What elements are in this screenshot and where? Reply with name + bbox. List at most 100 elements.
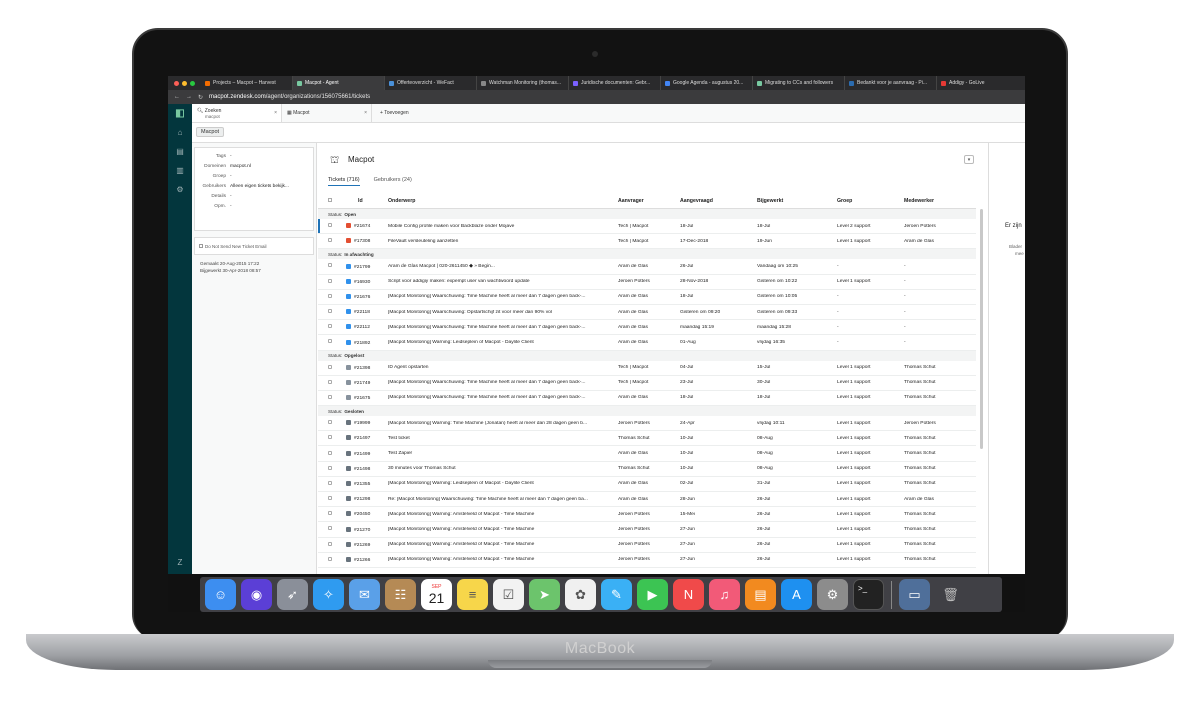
row-checkbox[interactable] — [328, 278, 332, 283]
safari-icon[interactable]: ✧ — [313, 579, 344, 610]
calendar-icon[interactable]: SEP 21 — [421, 579, 452, 610]
reporting-icon[interactable]: ▥ — [168, 161, 192, 180]
row-checkbox-cell[interactable] — [318, 526, 338, 532]
table-row[interactable]: #19999 [Macpot Monitoring] Warning: Time … — [318, 416, 976, 432]
notes-icon[interactable]: ≡ — [457, 579, 488, 610]
row-checkbox-cell[interactable] — [318, 511, 338, 517]
table-row[interactable]: #21799 Aram de Glas Macpot | 020-2611450 … — [318, 259, 976, 275]
org-field-row[interactable]: Details - — [195, 191, 313, 201]
row-checkbox[interactable] — [328, 435, 332, 440]
messages-icon[interactable]: ✎ — [601, 579, 632, 610]
row-checkbox-cell[interactable] — [318, 263, 338, 269]
table-row[interactable]: #21498 30 minutes voor Thomas Schut Thomas… — [318, 462, 976, 477]
table-row[interactable]: #20450 [Macpot Monitoring] Warning: Amste… — [318, 507, 976, 523]
zendesk-logo-icon[interactable]: ◧ — [168, 104, 192, 123]
org-field-row[interactable]: Gebruikers Alleen eigen tickets bekijk... — [195, 181, 313, 191]
scrollbar[interactable] — [980, 209, 983, 449]
back-icon[interactable]: ← — [174, 94, 180, 100]
row-checkbox[interactable] — [328, 465, 332, 470]
browser-tab[interactable]: Juridische documenten: Gebr... — [569, 76, 661, 90]
row-checkbox[interactable] — [328, 496, 332, 501]
row-checkbox-cell[interactable] — [318, 223, 338, 229]
checkbox-icon[interactable] — [199, 244, 203, 248]
org-field-row[interactable]: Opm. - — [195, 201, 313, 211]
row-checkbox-cell[interactable] — [318, 496, 338, 502]
breadcrumb[interactable]: Macpot — [196, 127, 225, 137]
row-checkbox-cell[interactable] — [318, 364, 338, 371]
row-checkbox[interactable] — [328, 324, 332, 329]
row-checkbox[interactable] — [328, 223, 332, 228]
finder-icon[interactable]: ☺ — [205, 579, 236, 610]
table-row[interactable]: #22112 [Macpot Monitoring] Waarschuwing: … — [318, 320, 976, 336]
row-checkbox-cell[interactable] — [318, 465, 338, 472]
home-icon[interactable]: ⌂ — [168, 123, 192, 142]
row-checkbox[interactable] — [328, 480, 332, 485]
close-window-button[interactable] — [174, 80, 179, 86]
table-row[interactable]: #21269 [Macpot Monitoring] Warning: Amste… — [318, 538, 976, 553]
table-row[interactable]: #21298 Re: [Macpot Monitoring] Waarschuwi… — [318, 492, 976, 508]
zoom-window-button[interactable] — [190, 80, 195, 86]
row-checkbox[interactable] — [328, 263, 332, 268]
reload-icon[interactable]: ↻ — [198, 94, 203, 101]
tab-users[interactable]: Gebruikers (24) — [374, 177, 412, 186]
row-checkbox[interactable] — [328, 339, 332, 344]
column-header-assignee[interactable]: Medewerker — [904, 198, 974, 204]
minimize-window-button[interactable] — [182, 80, 187, 86]
table-row[interactable]: #21355 [Macpot Monitoring] Warning: Leids… — [318, 477, 976, 492]
system-preferences-icon[interactable]: ⚙ — [817, 579, 848, 610]
maps-icon[interactable]: ➤ — [529, 579, 560, 610]
browser-tab[interactable]: Migrating to CCs and followers — [753, 76, 845, 90]
books-icon[interactable]: ▤ — [745, 579, 776, 610]
url-field[interactable]: macpot.zendesk.com/agent/organizations/1… — [209, 94, 370, 100]
table-row[interactable]: #21497 Test ticket Thomas Schut 10-Jul 08-Au… — [318, 431, 976, 447]
reminders-icon[interactable]: ☑ — [493, 579, 524, 610]
row-checkbox-cell[interactable] — [318, 324, 338, 330]
org-field-row[interactable]: Tags - — [195, 151, 313, 161]
do-not-send-checkbox[interactable]: Do Not Send New Ticket Email — [194, 237, 314, 255]
app-store-icon[interactable]: A — [781, 579, 812, 610]
row-checkbox-cell[interactable] — [318, 420, 338, 426]
table-row[interactable]: #21675 [Macpot Monitoring] Waarschuwing: … — [318, 391, 976, 407]
close-tab-icon[interactable]: × — [364, 110, 367, 116]
browser-tab[interactable]: Projects – Macpot – Harvest — [201, 76, 293, 90]
add-tab-button[interactable]: + Toevoegen — [372, 104, 417, 122]
row-checkbox[interactable] — [328, 309, 332, 314]
table-row[interactable]: #17308 FileVault versleuteling aanzetten T… — [318, 234, 976, 250]
row-checkbox-cell[interactable] — [318, 309, 338, 315]
row-checkbox[interactable] — [328, 394, 332, 399]
row-checkbox[interactable] — [328, 293, 332, 298]
browser-tab[interactable]: Watchman Monitoring (thomas... — [477, 76, 569, 90]
row-checkbox-cell[interactable] — [318, 339, 338, 345]
table-row[interactable]: #21674 Mobile Config profile maken voor B… — [318, 219, 976, 235]
table-row[interactable]: #21270 [Macpot Monitoring] Warning: Amste… — [318, 522, 976, 538]
options-dropdown-button[interactable]: ▾ — [964, 155, 974, 164]
org-field-row[interactable]: Groep - — [195, 171, 313, 181]
row-checkbox-cell[interactable] — [318, 394, 338, 401]
siri-icon[interactable]: ◉ — [241, 579, 272, 610]
tab-search[interactable]: 🔍︎ Zoeken macpot × — [192, 104, 282, 122]
tab-macpot[interactable]: ▦ Macpot × — [282, 104, 372, 122]
column-header-subject[interactable]: Onderwerp — [388, 198, 618, 204]
music-icon[interactable]: ♫ — [709, 579, 740, 610]
row-checkbox-cell[interactable] — [318, 278, 338, 285]
close-tab-icon[interactable]: × — [274, 110, 277, 116]
row-checkbox[interactable] — [328, 420, 332, 425]
photos-icon[interactable]: ✿ — [565, 579, 596, 610]
row-checkbox[interactable] — [328, 556, 332, 561]
select-all-checkbox[interactable] — [318, 197, 338, 204]
table-row[interactable]: #21499 Test Zapier Aram de Glas 10-Jul 08-Au… — [318, 446, 976, 462]
admin-gear-icon[interactable]: ⚙ — [168, 180, 192, 199]
org-field-row[interactable]: Domeinen macpot.nl — [195, 161, 313, 171]
row-checkbox-cell[interactable] — [318, 541, 338, 548]
row-checkbox[interactable] — [328, 541, 332, 546]
contacts-icon[interactable]: ☷ — [385, 579, 416, 610]
table-row[interactable]: #21749 [Macpot Monitoring] Waarschuwing: … — [318, 376, 976, 391]
terminal-icon[interactable]: >_ — [853, 579, 884, 610]
row-checkbox-cell[interactable] — [318, 480, 338, 487]
row-checkbox[interactable] — [328, 526, 332, 531]
row-checkbox[interactable] — [328, 450, 332, 455]
browser-tab[interactable]: Addigy - GoLive — [937, 76, 1025, 90]
forward-icon[interactable]: → — [186, 94, 192, 100]
views-icon[interactable]: ▤ — [168, 142, 192, 161]
browser-tab[interactable]: Bedankt voor je aanvraag - Pi... — [845, 76, 937, 90]
